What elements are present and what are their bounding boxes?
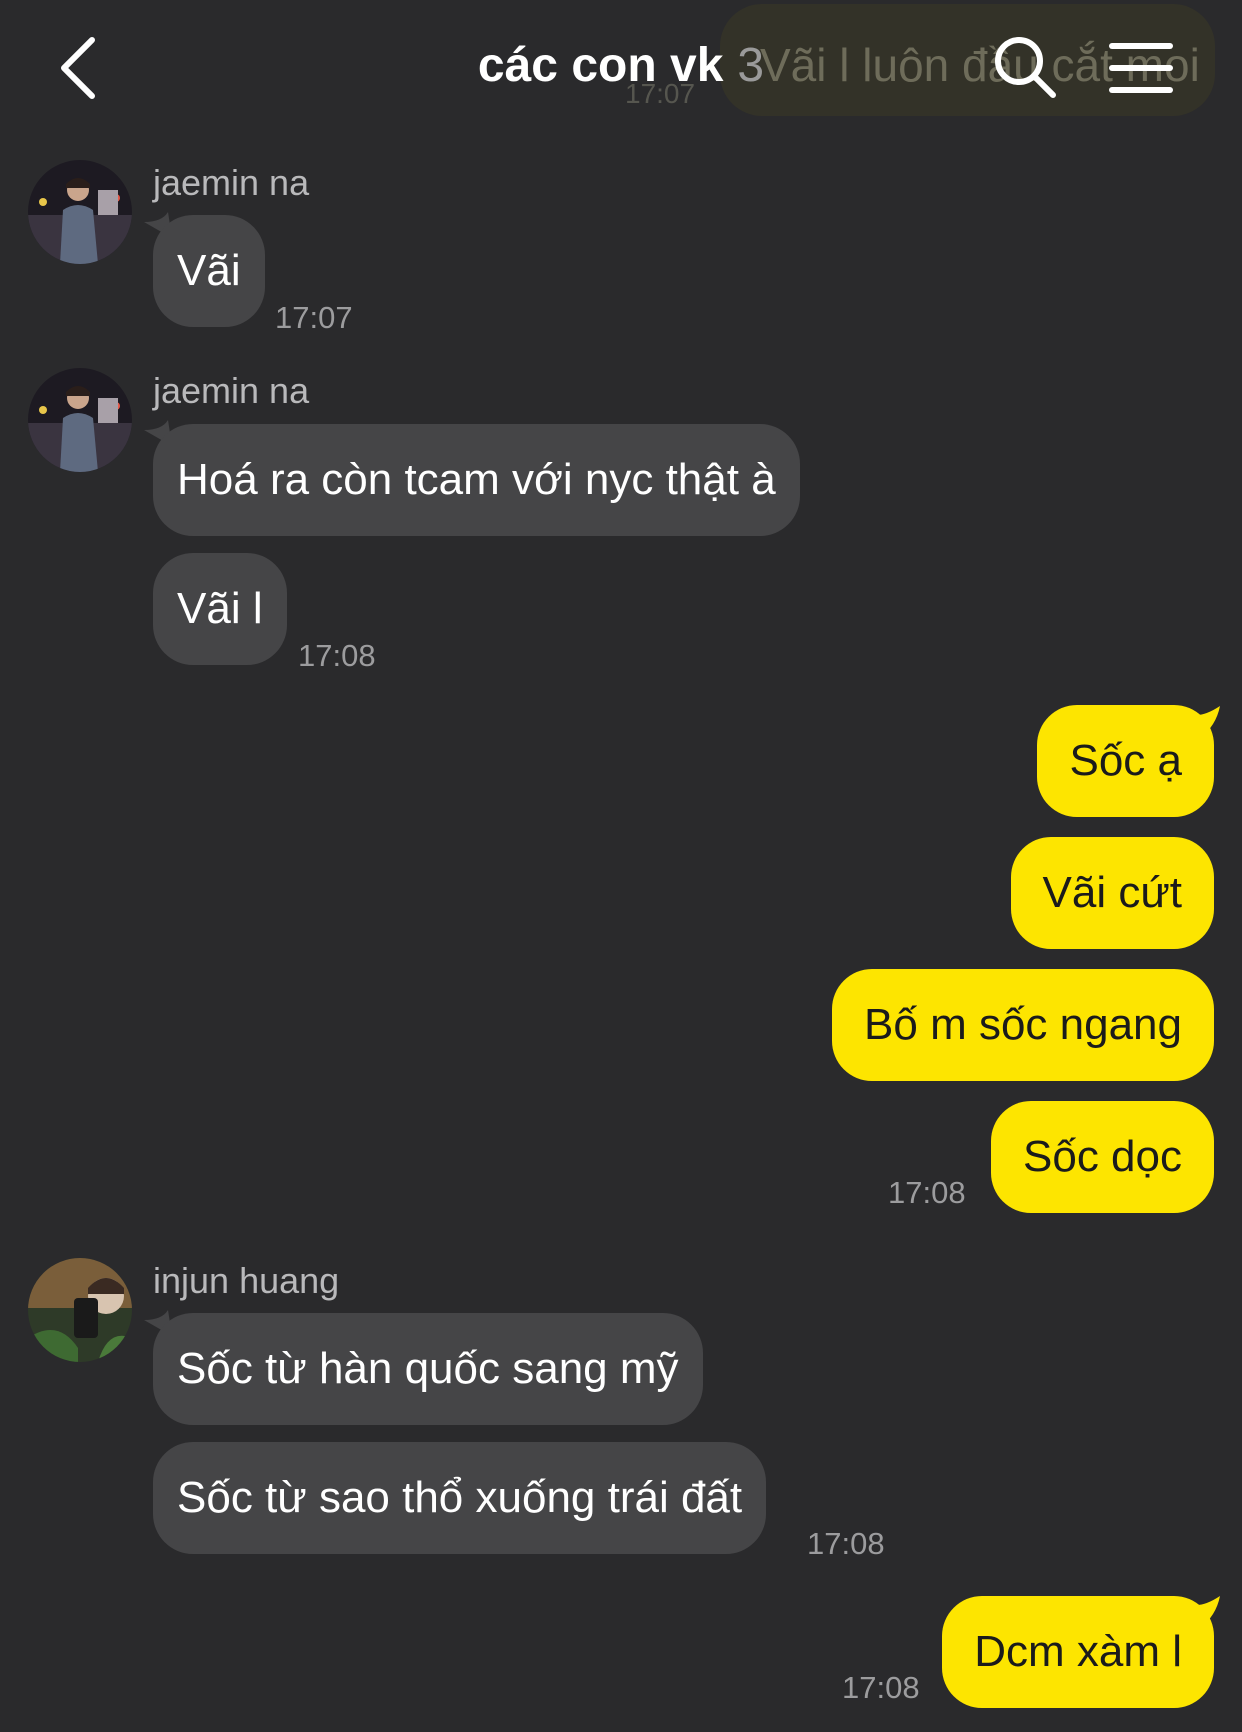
message-bubble[interactable]: Vãi l xyxy=(153,553,287,665)
message-bubble[interactable]: Sốc từ hàn quốc sang mỹ xyxy=(153,1313,703,1425)
message-bubble[interactable]: Hoá ra còn tcam với nyc thật à xyxy=(153,424,800,536)
menu-button[interactable] xyxy=(1108,38,1174,98)
profile-photo xyxy=(28,160,132,264)
avatar-jaemin[interactable] xyxy=(28,160,132,264)
chat-name: các con vk xyxy=(477,39,724,92)
profile-photo xyxy=(28,368,132,472)
message-time: 17:08 xyxy=(298,638,376,673)
sender-name: jaemin na xyxy=(153,370,310,411)
member-count: 3 xyxy=(737,39,765,92)
message-time: 17:08 xyxy=(888,1175,966,1210)
message-bubble[interactable]: Sốc từ sao thổ xuống trái đất xyxy=(153,1442,767,1554)
message-time: 17:07 xyxy=(275,300,353,335)
message-bubble[interactable]: Sốc ạ xyxy=(1037,705,1214,817)
message-time: 17:08 xyxy=(807,1526,885,1561)
sender-name: injun huang xyxy=(153,1260,340,1301)
avatar-injun[interactable] xyxy=(28,1258,132,1362)
menu-icon xyxy=(1109,43,1173,93)
message-bubble[interactable]: Vãi cứt xyxy=(1010,837,1214,949)
message-bubble[interactable]: Dcm xàm l xyxy=(942,1596,1214,1708)
sender-name: jaemin na xyxy=(153,162,310,203)
avatar-jaemin[interactable] xyxy=(28,368,132,472)
search-icon xyxy=(995,37,1056,98)
message-bubble[interactable]: Sốc dọc xyxy=(991,1101,1214,1213)
profile-photo xyxy=(28,1258,132,1362)
search-button[interactable] xyxy=(990,32,1060,102)
message-bubble[interactable]: Bố m sốc ngang xyxy=(832,969,1214,1081)
message-time: 17:08 xyxy=(842,1670,920,1705)
message-bubble[interactable]: Vãi xyxy=(153,215,265,327)
